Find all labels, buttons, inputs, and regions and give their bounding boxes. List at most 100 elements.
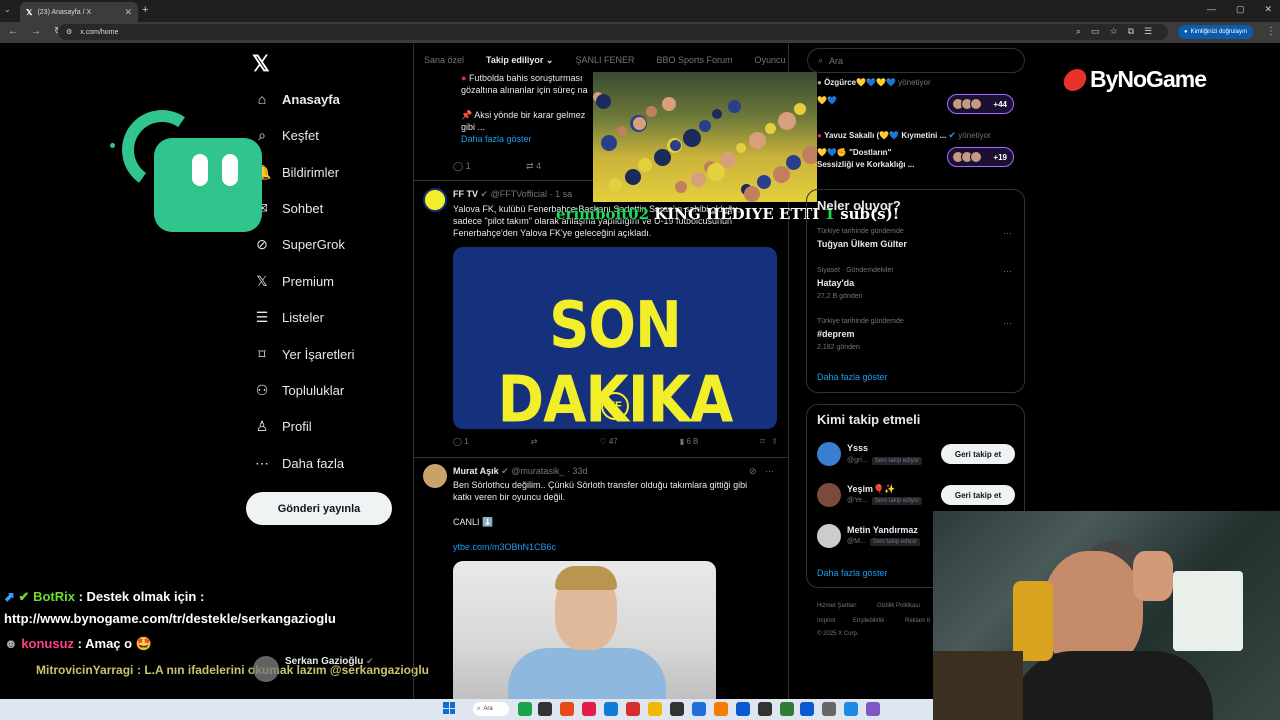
- suggested-user-name[interactable]: Yeşim🎈✨: [847, 484, 895, 495]
- author-name[interactable]: Serkan Gazioğlu: [285, 656, 363, 667]
- nav-item-anasayfa[interactable]: ⌂ Anasayfa: [254, 91, 340, 107]
- tab-bbo-sports[interactable]: BBO Sports Forum: [656, 55, 732, 65]
- author-name[interactable]: Murat Aşık: [453, 466, 499, 476]
- footer-link[interactable]: Hizmet Şartları: [817, 603, 857, 609]
- taskbar-app-icon[interactable]: [758, 702, 772, 716]
- taskbar-app-icon[interactable]: [560, 702, 574, 716]
- taskbar-app-icon[interactable]: [518, 702, 532, 716]
- tab-list-icon[interactable]: ⌄: [4, 5, 11, 14]
- x-logo-icon[interactable]: 𝕏: [252, 51, 270, 77]
- avatar[interactable]: [423, 188, 447, 212]
- space-host[interactable]: ● Yavuz Sakallı (💛💙 Kıymetini ... ✔ yöne…: [817, 130, 991, 141]
- start-button[interactable]: [443, 702, 455, 714]
- space-listeners[interactable]: +44: [947, 94, 1014, 114]
- footer-link[interactable]: Imprint: [817, 618, 835, 624]
- taskbar-app-icon[interactable]: [736, 702, 750, 716]
- show-more-who[interactable]: Daha fazla göster: [817, 568, 888, 578]
- nav-item-yer-i-aretleri[interactable]: ⌑ Yer İşaretleri: [254, 346, 354, 363]
- like-button[interactable]: ♡ 47: [599, 437, 617, 446]
- nav-item-profil[interactable]: ♙ Profil: [254, 418, 312, 435]
- taskbar-app-icon[interactable]: [648, 702, 662, 716]
- nav-item-topluluklar[interactable]: ⚇ Topluluklar: [254, 382, 344, 399]
- new-tab-icon[interactable]: +: [142, 4, 148, 16]
- browser-menu-icon[interactable]: ⋮: [1266, 26, 1276, 37]
- reply-button[interactable]: ◯ 1: [453, 437, 469, 446]
- taskbar-app-icon[interactable]: [714, 702, 728, 716]
- nav-item-bildirimler[interactable]: 🔔 Bildirimler: [254, 164, 339, 181]
- cast-icon[interactable]: ▭: [1091, 26, 1100, 37]
- nav-item-ke-fet[interactable]: ⌕ Keşfet: [254, 127, 319, 144]
- taskbar-app-icon[interactable]: [582, 702, 596, 716]
- author-handle[interactable]: @FFTVofficial: [491, 189, 547, 199]
- footer-link[interactable]: Erişilebilirlik: [853, 618, 884, 624]
- browser-tab[interactable]: 𝕏 (23) Anasayfa / X ✕: [20, 2, 138, 22]
- site-info-icon[interactable]: ⚙: [66, 28, 72, 36]
- taskbar-app-icon[interactable]: [844, 702, 858, 716]
- nav-item-sohbet[interactable]: ✉Sohbet: [254, 200, 323, 217]
- verify-identity-button[interactable]: ● Kimliğinizi doğrulayın: [1178, 25, 1253, 39]
- nav-item-supergrok[interactable]: ⊘ SuperGrok: [254, 236, 345, 253]
- close-window-icon[interactable]: ✕: [1264, 4, 1272, 15]
- suggested-user-name[interactable]: Ysss: [847, 443, 868, 453]
- show-more-trends[interactable]: Daha fazla göster: [817, 372, 888, 382]
- retweet-button[interactable]: ⇄ 4: [526, 160, 541, 172]
- nav-item-daha-fazla[interactable]: ⋯ Daha fazla: [254, 455, 344, 472]
- taskbar-app-icon[interactable]: [604, 702, 618, 716]
- taskbar-app-icon[interactable]: [822, 702, 836, 716]
- taskbar-app-icon[interactable]: [800, 702, 814, 716]
- nav-item-listeler[interactable]: ☰ Listeler: [254, 309, 324, 326]
- trend-name[interactable]: Hatay'da: [817, 278, 854, 288]
- extensions-icon[interactable]: ⧉: [1128, 26, 1134, 37]
- search-input[interactable]: ⌕ Ara: [807, 48, 1025, 73]
- maximize-icon[interactable]: ▢: [1236, 4, 1245, 15]
- sidebar-icon[interactable]: ☰: [1144, 26, 1152, 37]
- taskbar-search[interactable]: ⌕ Ara: [473, 702, 509, 716]
- tab-oyuncu[interactable]: Oyuncu: [755, 55, 786, 65]
- minimize-icon[interactable]: —: [1207, 4, 1216, 15]
- tab-takip-ediliyor[interactable]: Takip ediliyor ⌄: [486, 55, 553, 66]
- follow-back-button[interactable]: Geri takip et: [941, 444, 1015, 464]
- retweet-button[interactable]: ⇄: [531, 437, 538, 446]
- avatar[interactable]: [423, 464, 447, 488]
- tweet-time[interactable]: · 1 sa: [550, 189, 573, 199]
- grok-icon[interactable]: ⊘: [749, 465, 757, 477]
- views-button[interactable]: ▮ 6 B: [680, 437, 699, 446]
- bookmark-icon[interactable]: ⌑: [761, 437, 765, 446]
- reply-button[interactable]: ◯ 1: [453, 160, 471, 172]
- star-icon[interactable]: ☆: [1110, 26, 1118, 37]
- space-host[interactable]: ● Özgürce💛💙💛💙 yönetiyor: [817, 78, 931, 87]
- footer-link[interactable]: Reklam b: [905, 618, 930, 624]
- trend-name[interactable]: Tuğyan Ülkem Gülter: [817, 239, 907, 249]
- nav-item-premium[interactable]: 𝕏 Premium: [254, 273, 334, 290]
- address-bar[interactable]: ⚙ x.com/home: [58, 24, 1168, 40]
- follow-back-button[interactable]: Geri takip et: [941, 485, 1015, 505]
- avatar[interactable]: [253, 656, 279, 682]
- avatar[interactable]: [817, 483, 841, 507]
- forward-icon[interactable]: →: [31, 26, 41, 37]
- more-icon[interactable]: ⋯: [1003, 266, 1012, 277]
- tab-sana-ozel[interactable]: Sana özel: [424, 55, 464, 65]
- taskbar-app-icon[interactable]: [780, 702, 794, 716]
- trend-name[interactable]: #deprem: [817, 329, 855, 339]
- avatar[interactable]: [817, 524, 841, 548]
- taskbar-app-icon[interactable]: [626, 702, 640, 716]
- space-listeners[interactable]: +19: [947, 147, 1014, 167]
- show-more-link[interactable]: Daha fazla göster: [461, 133, 532, 145]
- tweet-link[interactable]: ytbe.com/m3OBhN1CB6c: [453, 541, 556, 553]
- tab-sanli-fener[interactable]: ŞANLI FENER: [575, 55, 634, 65]
- taskbar-app-icon[interactable]: [866, 702, 880, 716]
- avatar[interactable]: [817, 442, 841, 466]
- author-handle[interactable]: @muratasik_: [511, 466, 564, 476]
- close-tab-icon[interactable]: ✕: [124, 7, 132, 18]
- back-icon[interactable]: ←: [8, 26, 18, 37]
- tweet-time[interactable]: · 33d: [567, 466, 588, 476]
- suggested-user-name[interactable]: Metin Yandırmaz: [847, 525, 918, 535]
- footer-link[interactable]: Gizlilik Politikası: [877, 603, 920, 609]
- taskbar-app-icon[interactable]: [670, 702, 684, 716]
- share-icon[interactable]: ⇪: [771, 437, 778, 446]
- taskbar-app-icon[interactable]: [692, 702, 706, 716]
- more-icon[interactable]: ⋯: [765, 465, 774, 477]
- post-button[interactable]: Gönderi yayınla: [246, 492, 392, 525]
- more-icon[interactable]: ⋯: [1003, 228, 1012, 239]
- author-name[interactable]: FF TV: [453, 189, 478, 199]
